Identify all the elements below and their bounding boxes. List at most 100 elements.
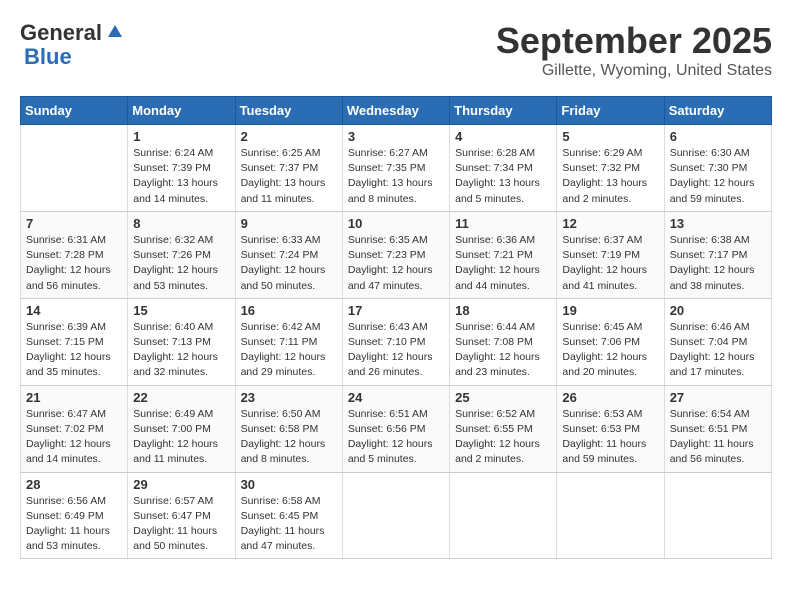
day-info: Sunrise: 6:45 AMSunset: 7:06 PMDaylight:… — [562, 320, 658, 381]
table-row: 24Sunrise: 6:51 AMSunset: 6:56 PMDayligh… — [342, 385, 449, 472]
day-number: 4 — [455, 129, 551, 144]
table-row: 28Sunrise: 6:56 AMSunset: 6:49 PMDayligh… — [21, 472, 128, 559]
table-row: 10 Sunrise: 6:35 AMSunset: 7:23 PMDayligh… — [342, 211, 449, 298]
day-number: 27 — [670, 390, 766, 405]
day-number: 24 — [348, 390, 444, 405]
title-area: September 2025 Gillette, Wyoming, United… — [496, 20, 772, 80]
day-info: Sunrise: 6:31 AMSunset: 7:28 PMDaylight:… — [26, 233, 122, 294]
day-info: Sunrise: 6:52 AMSunset: 6:55 PMDaylight:… — [455, 407, 551, 468]
day-number: 19 — [562, 303, 658, 318]
table-row: 21 Sunrise: 6:47 AMSunset: 7:02 PMDayligh… — [21, 385, 128, 472]
day-number: 20 — [670, 303, 766, 318]
calendar-week-1: 1 Sunrise: 6:24 AMSunset: 7:39 PMDaylight… — [21, 125, 772, 212]
table-row: 3 Sunrise: 6:27 AMSunset: 7:35 PMDaylight… — [342, 125, 449, 212]
table-row: 29Sunrise: 6:57 AMSunset: 6:47 PMDayligh… — [128, 472, 235, 559]
table-row: 8 Sunrise: 6:32 AMSunset: 7:26 PMDaylight… — [128, 211, 235, 298]
day-number: 10 — [348, 216, 444, 231]
day-info: Sunrise: 6:53 AMSunset: 6:53 PMDaylight:… — [562, 407, 658, 468]
table-row: 17Sunrise: 6:43 AMSunset: 7:10 PMDayligh… — [342, 298, 449, 385]
day-number: 5 — [562, 129, 658, 144]
table-row: 19 Sunrise: 6:45 AMSunset: 7:06 PMDayligh… — [557, 298, 664, 385]
table-row: 27 Sunrise: 6:54 AMSunset: 6:51 PMDayligh… — [664, 385, 771, 472]
day-number: 26 — [562, 390, 658, 405]
day-number: 1 — [133, 129, 229, 144]
day-info: Sunrise: 6:42 AMSunset: 7:11 PMDaylight:… — [241, 320, 337, 381]
day-info: Sunrise: 6:29 AMSunset: 7:32 PMDaylight:… — [562, 146, 658, 207]
table-row: 25 Sunrise: 6:52 AMSunset: 6:55 PMDayligh… — [450, 385, 557, 472]
calendar-week-2: 7 Sunrise: 6:31 AMSunset: 7:28 PMDaylight… — [21, 211, 772, 298]
day-number: 9 — [241, 216, 337, 231]
day-info: Sunrise: 6:44 AMSunset: 7:08 PMDaylight:… — [455, 320, 551, 381]
calendar-header-row: Sunday Monday Tuesday Wednesday Thursday… — [21, 97, 772, 125]
day-info: Sunrise: 6:49 AMSunset: 7:00 PMDaylight:… — [133, 407, 229, 468]
table-row: 15 Sunrise: 6:40 AMSunset: 7:13 PMDayligh… — [128, 298, 235, 385]
day-info: Sunrise: 6:43 AMSunset: 7:10 PMDaylight:… — [348, 320, 444, 381]
day-info: Sunrise: 6:27 AMSunset: 7:35 PMDaylight:… — [348, 146, 444, 207]
day-info: Sunrise: 6:33 AMSunset: 7:24 PMDaylight:… — [241, 233, 337, 294]
table-row: 26 Sunrise: 6:53 AMSunset: 6:53 PMDayligh… — [557, 385, 664, 472]
logo-blue: Blue — [24, 44, 72, 69]
calendar-week-3: 14 Sunrise: 6:39 AMSunset: 7:15 PMDayligh… — [21, 298, 772, 385]
calendar-table: Sunday Monday Tuesday Wednesday Thursday… — [20, 96, 772, 559]
day-number: 3 — [348, 129, 444, 144]
day-info: Sunrise: 6:37 AMSunset: 7:19 PMDaylight:… — [562, 233, 658, 294]
day-number: 6 — [670, 129, 766, 144]
day-info: Sunrise: 6:30 AMSunset: 7:30 PMDaylight:… — [670, 146, 766, 207]
day-number: 7 — [26, 216, 122, 231]
day-number: 23 — [241, 390, 337, 405]
table-row: 12 Sunrise: 6:37 AMSunset: 7:19 PMDayligh… — [557, 211, 664, 298]
table-row — [664, 472, 771, 559]
day-info: Sunrise: 6:47 AMSunset: 7:02 PMDaylight:… — [26, 407, 122, 468]
location: Gillette, Wyoming, United States — [496, 62, 772, 80]
table-row: 1 Sunrise: 6:24 AMSunset: 7:39 PMDaylight… — [128, 125, 235, 212]
page-header: General Blue September 2025 Gillette, Wy… — [20, 20, 772, 80]
table-row: 9 Sunrise: 6:33 AMSunset: 7:24 PMDaylight… — [235, 211, 342, 298]
day-info: Sunrise: 6:40 AMSunset: 7:13 PMDaylight:… — [133, 320, 229, 381]
logo-general: General — [20, 20, 102, 46]
month-title: September 2025 — [496, 20, 772, 62]
table-row — [450, 472, 557, 559]
calendar-week-4: 21 Sunrise: 6:47 AMSunset: 7:02 PMDayligh… — [21, 385, 772, 472]
day-number: 15 — [133, 303, 229, 318]
table-row — [342, 472, 449, 559]
table-row: 6 Sunrise: 6:30 AMSunset: 7:30 PMDaylight… — [664, 125, 771, 212]
table-row: 4 Sunrise: 6:28 AMSunset: 7:34 PMDaylight… — [450, 125, 557, 212]
day-info: Sunrise: 6:57 AMSunset: 6:47 PMDaylight:… — [133, 494, 229, 555]
table-row — [21, 125, 128, 212]
col-sunday: Sunday — [21, 97, 128, 125]
table-row: 11Sunrise: 6:36 AMSunset: 7:21 PMDayligh… — [450, 211, 557, 298]
day-info: Sunrise: 6:24 AMSunset: 7:39 PMDaylight:… — [133, 146, 229, 207]
day-number: 8 — [133, 216, 229, 231]
logo: General Blue — [20, 20, 124, 70]
day-info: Sunrise: 6:56 AMSunset: 6:49 PMDaylight:… — [26, 494, 122, 555]
table-row: 23 Sunrise: 6:50 AMSunset: 6:58 PMDayligh… — [235, 385, 342, 472]
table-row: 7 Sunrise: 6:31 AMSunset: 7:28 PMDaylight… — [21, 211, 128, 298]
day-info: Sunrise: 6:54 AMSunset: 6:51 PMDaylight:… — [670, 407, 766, 468]
col-friday: Friday — [557, 97, 664, 125]
table-row: 16 Sunrise: 6:42 AMSunset: 7:11 PMDayligh… — [235, 298, 342, 385]
day-info: Sunrise: 6:58 AMSunset: 6:45 PMDaylight:… — [241, 494, 337, 555]
day-number: 21 — [26, 390, 122, 405]
day-number: 16 — [241, 303, 337, 318]
day-number: 2 — [241, 129, 337, 144]
day-number: 30 — [241, 477, 337, 492]
day-info: Sunrise: 6:38 AMSunset: 7:17 PMDaylight:… — [670, 233, 766, 294]
day-info: Sunrise: 6:50 AMSunset: 6:58 PMDaylight:… — [241, 407, 337, 468]
day-number: 14 — [26, 303, 122, 318]
day-number: 11 — [455, 216, 551, 231]
day-info: Sunrise: 6:35 AMSunset: 7:23 PMDaylight:… — [348, 233, 444, 294]
calendar-week-5: 28Sunrise: 6:56 AMSunset: 6:49 PMDayligh… — [21, 472, 772, 559]
day-number: 18 — [455, 303, 551, 318]
day-number: 22 — [133, 390, 229, 405]
table-row: 30 Sunrise: 6:58 AMSunset: 6:45 PMDayligh… — [235, 472, 342, 559]
day-number: 13 — [670, 216, 766, 231]
col-tuesday: Tuesday — [235, 97, 342, 125]
day-info: Sunrise: 6:39 AMSunset: 7:15 PMDaylight:… — [26, 320, 122, 381]
day-info: Sunrise: 6:32 AMSunset: 7:26 PMDaylight:… — [133, 233, 229, 294]
day-info: Sunrise: 6:28 AMSunset: 7:34 PMDaylight:… — [455, 146, 551, 207]
day-number: 25 — [455, 390, 551, 405]
day-number: 12 — [562, 216, 658, 231]
col-monday: Monday — [128, 97, 235, 125]
logo-icon — [106, 23, 124, 41]
table-row: 22 Sunrise: 6:49 AMSunset: 7:00 PMDayligh… — [128, 385, 235, 472]
